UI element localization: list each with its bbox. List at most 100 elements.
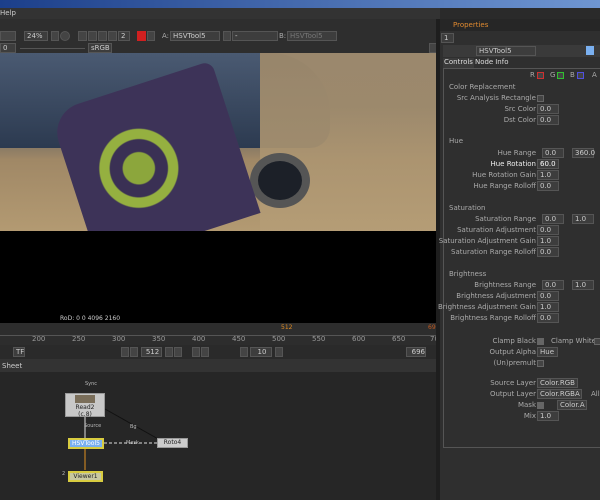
rod-bar: RoD: 0 0 4096 2160 bbox=[0, 315, 440, 323]
tab-node[interactable]: Node bbox=[474, 58, 494, 68]
hue-rotation-gain-label: Hue Rotation Gain bbox=[472, 171, 536, 179]
next-keyframe-button[interactable] bbox=[201, 347, 209, 357]
end-frame-field[interactable]: 696 bbox=[406, 347, 426, 357]
bright-gain-field[interactable]: 1.0 bbox=[537, 302, 559, 312]
input-a-select[interactable]: HSVTool5 bbox=[170, 31, 220, 41]
section-saturation[interactable]: Saturation bbox=[449, 204, 486, 212]
channel-g-checkbox[interactable] bbox=[557, 72, 564, 79]
node-color-swatch[interactable] bbox=[586, 46, 594, 55]
clamp-white-checkbox[interactable] bbox=[594, 338, 600, 345]
input-b-label: B: bbox=[279, 32, 287, 40]
mask-checkbox[interactable] bbox=[537, 402, 544, 409]
node-hsvtool[interactable]: HSVTool5 bbox=[68, 438, 104, 449]
hue-range-max[interactable]: 360.0 bbox=[572, 148, 595, 158]
output-alpha-select[interactable]: Hue bbox=[537, 347, 558, 357]
pause-button[interactable] bbox=[147, 31, 155, 41]
tick: 500 bbox=[272, 335, 286, 343]
src-color-field[interactable]: 0.0 bbox=[537, 104, 559, 114]
increment-field[interactable]: 10 bbox=[250, 347, 272, 357]
tick: 550 bbox=[312, 335, 326, 343]
tab-properties[interactable]: Properties bbox=[453, 21, 488, 29]
node-viewer[interactable]: Viewer1 bbox=[68, 471, 103, 482]
input-b-select[interactable]: HSVTool5 bbox=[287, 31, 337, 41]
region-icon[interactable] bbox=[78, 31, 87, 41]
tick: 600 bbox=[352, 335, 366, 343]
first-frame-button[interactable] bbox=[121, 347, 129, 357]
dst-color-field[interactable]: 0.0 bbox=[537, 115, 559, 125]
bright-adjust-label: Brightness Adjustment bbox=[456, 292, 536, 300]
lock-icon[interactable] bbox=[51, 31, 59, 41]
current-frame-marker[interactable]: 512 bbox=[281, 324, 292, 331]
hue-rotation-gain-field[interactable]: 1.0 bbox=[537, 170, 559, 180]
max-panels-field[interactable]: 1 bbox=[441, 33, 454, 43]
forward-button[interactable] bbox=[275, 347, 283, 357]
bright-range-max[interactable]: 1.0 bbox=[572, 280, 594, 290]
gain-field[interactable]: 0 bbox=[0, 43, 16, 53]
colorspace-select[interactable]: sRGB bbox=[88, 43, 112, 53]
source-layer-select[interactable]: Color.RGB bbox=[537, 378, 578, 388]
edge-label-bg: Bg bbox=[130, 424, 137, 430]
timeline[interactable]: 512 696 bbox=[0, 323, 440, 345]
play-button[interactable] bbox=[165, 347, 173, 357]
tab-sheet[interactable]: Sheet bbox=[2, 362, 22, 370]
clamp-black-checkbox[interactable] bbox=[537, 338, 544, 345]
tab-controls[interactable]: Controls bbox=[443, 58, 474, 68]
menu-help[interactable]: Help bbox=[0, 9, 16, 17]
layer-select[interactable] bbox=[0, 31, 16, 41]
channel-r-label: R bbox=[530, 71, 535, 79]
current-frame-field[interactable]: 512 bbox=[141, 347, 162, 357]
premult-checkbox[interactable] bbox=[537, 360, 544, 367]
src-rect-checkbox[interactable] bbox=[537, 95, 544, 102]
rewind-button[interactable] bbox=[240, 347, 248, 357]
sat-range-label: Saturation Range bbox=[475, 215, 536, 223]
hue-rolloff-label: Hue Range Rolloff bbox=[473, 182, 536, 190]
overlay-icon[interactable] bbox=[108, 31, 117, 41]
composite-icon[interactable] bbox=[223, 31, 231, 41]
output-layer-label: Output Layer bbox=[489, 390, 536, 398]
node-read[interactable]: Read2 (c.8) bbox=[65, 393, 105, 418]
sat-rolloff-field[interactable]: 0.0 bbox=[537, 247, 559, 257]
hue-rotation-field[interactable]: 60.0 bbox=[537, 159, 559, 169]
tab-info[interactable]: Info bbox=[494, 58, 509, 68]
node-name-field[interactable]: HSVTool5 bbox=[476, 46, 536, 56]
channel-b-checkbox[interactable] bbox=[577, 72, 584, 79]
bright-adjust-field[interactable]: 0.0 bbox=[537, 291, 559, 301]
section-brightness[interactable]: Brightness bbox=[449, 270, 486, 278]
clip-icon[interactable] bbox=[88, 31, 97, 41]
wheel-shape bbox=[250, 153, 310, 208]
mix-field[interactable]: 1.0 bbox=[537, 411, 559, 421]
mask-label: Mask bbox=[517, 401, 536, 409]
prev-frame-button[interactable] bbox=[130, 347, 138, 357]
bright-range-min[interactable]: 0.0 bbox=[542, 280, 564, 290]
last-frame-button[interactable] bbox=[174, 347, 182, 357]
edge-label-viewer-input: 2 bbox=[62, 471, 66, 477]
sat-range-max[interactable]: 1.0 bbox=[572, 214, 594, 224]
sat-range-min[interactable]: 0.0 bbox=[542, 214, 564, 224]
zoom-select[interactable]: 24% bbox=[24, 31, 48, 41]
bright-rolloff-field[interactable]: 0.0 bbox=[537, 313, 559, 323]
sat-adjust-field[interactable]: 0.0 bbox=[537, 225, 559, 235]
tick: 350 bbox=[152, 335, 166, 343]
center-icon[interactable] bbox=[60, 31, 70, 41]
read-label: Read2 bbox=[75, 404, 95, 411]
viewer-image[interactable] bbox=[0, 53, 440, 231]
hue-rotation-label: Hue Rotation bbox=[490, 160, 536, 168]
section-color-replacement[interactable]: Color Replacement bbox=[449, 83, 516, 91]
node-roto[interactable]: Roto4 bbox=[157, 438, 188, 448]
sat-adjust-label: Saturation Adjustment bbox=[457, 226, 536, 234]
output-layer-select[interactable]: Color.RGBA bbox=[537, 389, 582, 399]
mask-channel-select[interactable]: Color.A bbox=[557, 400, 587, 410]
proxy-select[interactable]: 2 bbox=[118, 31, 130, 41]
channel-r-checkbox[interactable] bbox=[537, 72, 544, 79]
prev-keyframe-button[interactable] bbox=[192, 347, 200, 357]
wipe-icon[interactable] bbox=[98, 31, 107, 41]
operation-select[interactable]: - bbox=[232, 31, 278, 41]
nodegraph[interactable]: Sync Source Bg Mask 2 Read2 (c.8) HSVToo… bbox=[0, 372, 440, 500]
section-hue[interactable]: Hue bbox=[449, 137, 463, 145]
hue-range-min[interactable]: 0.0 bbox=[542, 148, 564, 158]
record-button[interactable] bbox=[137, 31, 146, 41]
hue-rolloff-field[interactable]: 0.0 bbox=[537, 181, 559, 191]
gain-slider[interactable] bbox=[20, 48, 85, 49]
fps-mode-select[interactable]: TF bbox=[13, 347, 25, 357]
sat-gain-field[interactable]: 1.0 bbox=[537, 236, 559, 246]
